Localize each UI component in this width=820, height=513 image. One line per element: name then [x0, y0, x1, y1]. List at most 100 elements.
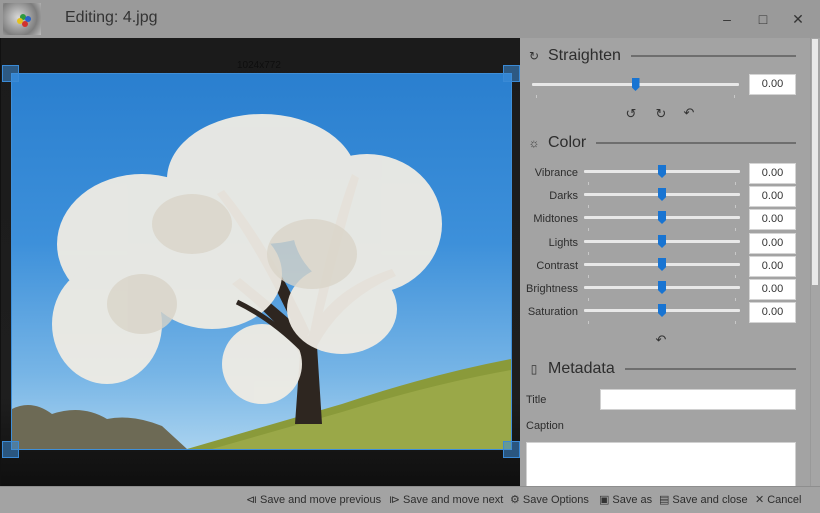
slider-thumb[interactable] — [658, 188, 666, 201]
slider-tick — [735, 321, 736, 324]
panel-scrollbar[interactable] — [810, 38, 820, 486]
section-divider — [624, 368, 796, 370]
title-bar: Editing: 4.jpg – □ ✕ — [0, 0, 820, 38]
save-as-button[interactable]: ▣ Save as — [599, 493, 652, 507]
save-as-icon: ▣ — [599, 494, 610, 506]
slider-tick — [734, 95, 735, 98]
slider-tick — [735, 275, 736, 278]
section-divider — [630, 55, 796, 57]
slider-tick — [588, 321, 589, 324]
slider-tick — [735, 298, 736, 301]
section-divider — [596, 142, 796, 144]
vibrance-value-input[interactable]: 0.00 — [749, 163, 796, 184]
app-logo-icon — [3, 3, 41, 35]
rotate-left-button[interactable]: ↺ — [623, 106, 639, 122]
contrast-slider[interactable] — [584, 258, 740, 278]
caption-label: Caption — [526, 420, 564, 432]
save-and-move-next-button[interactable]: ⧐ Save and move next — [389, 493, 504, 507]
save-options-button[interactable]: ⚙ Save Options — [510, 493, 589, 507]
saturation-slider[interactable] — [584, 304, 740, 324]
photo-preview[interactable] — [11, 73, 512, 450]
cancel-button[interactable]: ✕ Cancel — [755, 493, 802, 507]
metadata-section-header: ▯ Metadata — [526, 360, 796, 378]
darks-slider[interactable] — [584, 188, 740, 208]
brightness-value-input[interactable]: 0.00 — [749, 279, 796, 300]
crop-handle-bottom-right[interactable] — [503, 441, 520, 458]
button-label: Save and move next — [403, 493, 504, 506]
crop-handle-bottom-left[interactable] — [2, 441, 19, 458]
gear-icon: ⚙ — [510, 494, 520, 506]
color-row-label: Brightness — [526, 283, 578, 295]
minimize-icon: – — [723, 11, 731, 27]
button-label: Cancel — [767, 493, 802, 506]
slider-tick — [588, 275, 589, 278]
slider-tick — [735, 205, 736, 208]
color-row-label: Darks — [549, 190, 578, 202]
edit-panel: ↻ Straighten 0.00 ↺ ↻ ↶ ☼ Color ↶ ▯ Meta… — [520, 38, 810, 486]
slider-thumb[interactable] — [658, 165, 666, 178]
maximize-icon: □ — [758, 11, 768, 27]
darks-value-input[interactable]: 0.00 — [749, 186, 796, 207]
metadata-title: Metadata — [548, 360, 615, 377]
slider-tick — [588, 298, 589, 301]
color-row-label: Vibrance — [534, 167, 578, 179]
close-button[interactable]: ✕ — [786, 8, 810, 30]
image-canvas[interactable]: 1024x772 — [0, 38, 520, 486]
document-icon: ▯ — [530, 362, 538, 376]
slider-thumb[interactable] — [658, 235, 666, 248]
rotate-icon: ↻ — [528, 49, 540, 63]
color-title: Color — [548, 134, 587, 151]
color-row-label: Saturation — [527, 306, 578, 318]
midtones-value-input[interactable]: 0.00 — [749, 209, 796, 230]
slider-tick — [588, 252, 589, 255]
bottom-toolbar: ⧏ Save and move previous ⧐ Save and move… — [0, 486, 820, 513]
reset-straighten-button[interactable]: ↶ — [681, 105, 697, 121]
save-icon: ▤ — [659, 494, 670, 506]
straighten-slider[interactable] — [532, 78, 739, 98]
sun-icon: ☼ — [528, 136, 540, 150]
slider-tick — [735, 252, 736, 255]
straighten-value-input[interactable]: 0.00 — [749, 74, 796, 95]
color-row-label: Lights — [548, 237, 578, 249]
slider-thumb[interactable] — [631, 78, 640, 91]
slider-tick — [536, 95, 537, 98]
slider-thumb[interactable] — [658, 281, 666, 294]
minimize-button[interactable]: – — [715, 8, 739, 30]
crop-handle-top-right[interactable] — [503, 65, 520, 82]
skip-previous-icon: ⧏ — [246, 494, 257, 506]
color-row-label: Contrast — [536, 260, 578, 272]
tree-photo — [12, 114, 511, 449]
image-dimensions-label: 1024x772 — [237, 60, 281, 71]
button-label: Save and move previous — [260, 493, 382, 506]
straighten-title: Straighten — [548, 47, 621, 64]
save-and-move-previous-button[interactable]: ⧏ Save and move previous — [246, 493, 382, 507]
slider-tick — [588, 228, 589, 231]
maximize-button[interactable]: □ — [751, 8, 775, 30]
slider-thumb[interactable] — [658, 304, 666, 317]
crop-handle-top-left[interactable] — [2, 65, 19, 82]
title-input[interactable] — [600, 389, 796, 410]
save-and-close-button[interactable]: ▤ Save and close — [659, 493, 748, 507]
skip-next-icon: ⧐ — [389, 494, 400, 506]
slider-thumb[interactable] — [658, 211, 666, 224]
brightness-slider[interactable] — [584, 281, 740, 301]
scrollbar-thumb[interactable] — [812, 39, 818, 285]
rotate-right-button[interactable]: ↻ — [653, 106, 669, 122]
straighten-section-header: ↻ Straighten — [526, 47, 796, 65]
slider-tick — [735, 228, 736, 231]
slider-thumb[interactable] — [658, 258, 666, 271]
midtones-slider[interactable] — [584, 211, 740, 231]
lights-slider[interactable] — [584, 235, 740, 255]
contrast-value-input[interactable]: 0.00 — [749, 256, 796, 277]
window-title: Editing: 4.jpg — [65, 9, 158, 26]
slider-tick — [735, 182, 736, 185]
lights-value-input[interactable]: 0.00 — [749, 233, 796, 254]
slider-tick — [588, 182, 589, 185]
vibrance-slider[interactable] — [584, 165, 740, 185]
close-icon: ✕ — [792, 10, 804, 27]
saturation-value-input[interactable]: 0.00 — [749, 302, 796, 323]
caption-textarea[interactable] — [526, 442, 796, 486]
color-row-label: Midtones — [533, 213, 578, 225]
close-icon: ✕ — [755, 494, 765, 506]
reset-color-button[interactable]: ↶ — [653, 332, 669, 348]
